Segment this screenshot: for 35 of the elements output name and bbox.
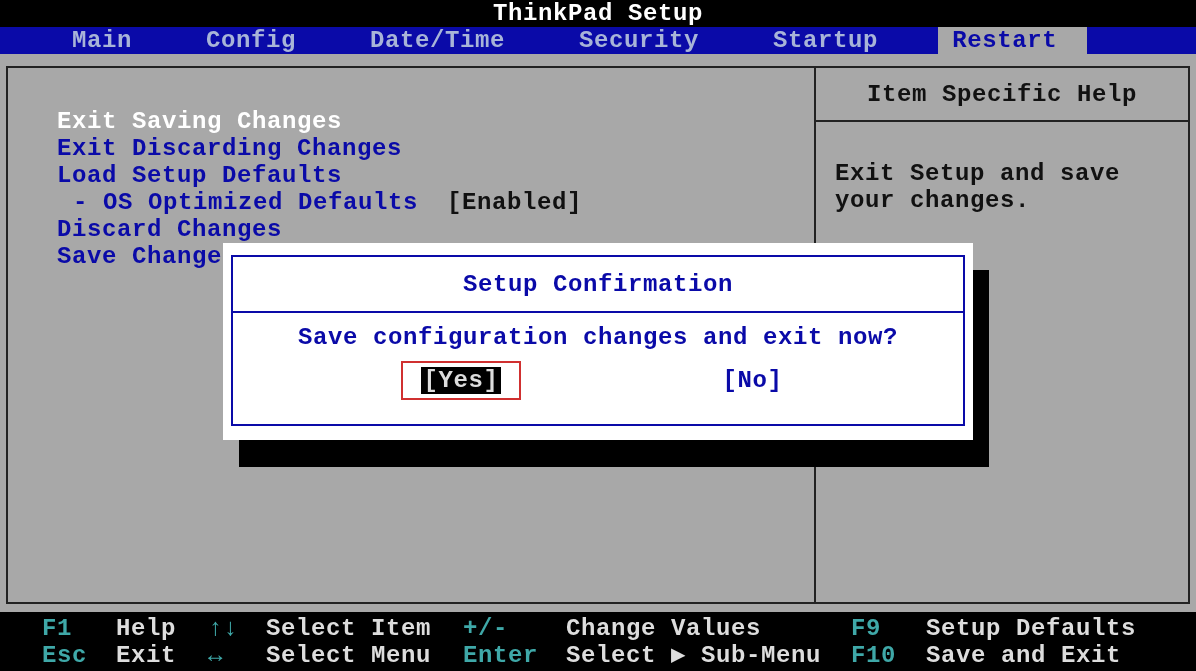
shortcut-key: Enter [463,641,566,669]
shortcut-label: Select ▶ Sub-Menu [566,641,823,669]
shortcut-label: Select Menu [266,641,433,669]
option-value: [Enabled] [447,189,583,216]
shortcut-key: F9 [851,614,926,642]
shortcut-label: Exit [116,641,177,669]
dialog-button[interactable]: [Yes] [421,367,501,394]
dialog-title: Setup Confirmation [462,270,733,298]
shortcut-key: +/- [463,614,566,642]
menu-item[interactable]: Load Setup Defaults [57,162,343,189]
menu-tab[interactable]: Restart [938,27,1088,54]
shortcut-key: F1 [42,614,116,642]
shortcut-key: ↔ [208,641,266,669]
shortcut-key: ↑↓ [208,614,266,642]
help-title: Item Specific Help [866,80,1137,108]
menu-item[interactable]: - OS Optimized Defaults [73,189,447,216]
menu-tab[interactable]: Security [565,27,714,54]
menu-tab[interactable]: Main [58,27,146,54]
menu-tab[interactable]: Date/Time [356,27,520,54]
shortcut-label: Save and Exit [926,641,1123,669]
menu-item[interactable]: Exit Discarding Changes [57,135,403,162]
shortcut-label: Select Item [266,614,433,642]
shortcut-label: Change Values [566,614,763,642]
dialog-button[interactable]: [No] [720,367,785,394]
window-title: ThinkPad Setup [492,0,703,27]
shortcut-label: Setup Defaults [926,614,1138,642]
menu-tab[interactable]: Config [192,27,311,54]
menu-item[interactable]: Save Change [57,243,223,270]
menu-tab[interactable]: Startup [759,27,893,54]
help-text: Exit Setup and save your changes. [834,159,1122,214]
menu-item[interactable]: Discard Changes [57,216,283,243]
shortcut-label: Help [116,614,177,642]
dialog-message: Save configuration changes and exit now? [297,323,899,351]
shortcut-key: F10 [851,641,926,669]
shortcut-key: Esc [42,641,116,669]
